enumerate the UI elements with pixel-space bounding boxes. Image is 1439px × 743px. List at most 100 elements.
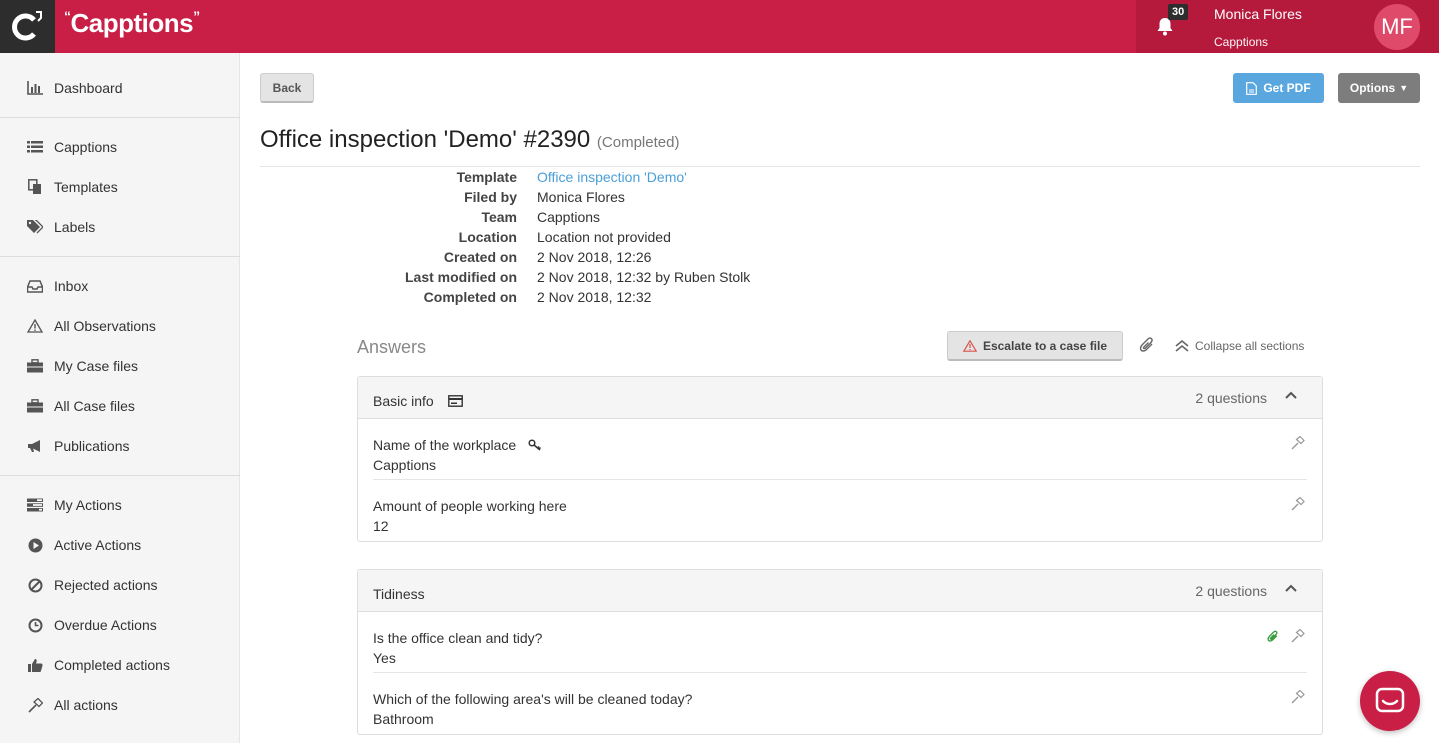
template-link[interactable]: Office inspection 'Demo'	[537, 169, 687, 185]
warning-icon	[962, 339, 977, 352]
chat-widget-button[interactable]	[1360, 671, 1420, 731]
back-button[interactable]: Back	[260, 73, 314, 103]
answer-section-tidiness: Tidiness 2 questions Is the office clean…	[357, 569, 1323, 735]
meta-created-label: Created on	[443, 249, 517, 265]
action-hammer-icon[interactable]	[1291, 628, 1305, 646]
list-icon	[26, 138, 44, 156]
sidebar-item-label: Overdue Actions	[54, 617, 157, 633]
user-team: Capptions	[1214, 35, 1269, 49]
play-circle-icon	[26, 536, 44, 554]
sidebar-item-active-actions[interactable]: Active Actions	[0, 530, 240, 560]
question-answer: 12	[373, 518, 389, 534]
question-label: Which of the following area's will be cl…	[373, 691, 693, 707]
sidebar-item-label: All actions	[54, 697, 118, 713]
action-hammer-icon[interactable]	[1291, 496, 1305, 514]
attachments-button[interactable]	[1139, 337, 1155, 356]
sidebar-item-all-observations[interactable]: All Observations	[0, 311, 240, 341]
title-divider	[260, 166, 1420, 167]
section-header[interactable]: Tidiness 2 questions	[358, 570, 1322, 612]
sidebar-item-capptions[interactable]: Capptions	[0, 132, 240, 162]
sidebar-item-inbox[interactable]: Inbox	[0, 271, 240, 301]
notification-count-badge: 30	[1168, 4, 1189, 20]
bar-chart-icon	[26, 79, 44, 97]
question-answer: Yes	[373, 650, 396, 666]
thumbs-up-icon	[26, 656, 44, 674]
sidebar-item-all-case-files[interactable]: All Case files	[0, 391, 240, 421]
meta-team-value: Capptions	[537, 209, 601, 225]
sidebar-item-label: All Observations	[54, 318, 156, 334]
ban-icon	[26, 576, 44, 594]
sidebar-item-label: Dashboard	[54, 80, 123, 96]
user-name[interactable]: Monica Flores	[1214, 6, 1302, 22]
question-row: Which of the following area's will be cl…	[373, 673, 1307, 734]
sidebar-item-label: My Actions	[54, 497, 122, 513]
chevron-up-icon[interactable]	[1285, 582, 1297, 599]
sidebar-item-publications[interactable]: Publications	[0, 431, 240, 461]
question-row: Name of the workplace Capptions	[373, 419, 1307, 480]
sidebar-item-my-actions[interactable]: My Actions	[0, 490, 240, 520]
meta-location-value: Location not provided	[537, 229, 671, 245]
question-label: Name of the workplace	[373, 437, 542, 453]
action-hammer-icon[interactable]	[1291, 435, 1305, 453]
meta-modified-label: Last modified on	[405, 269, 517, 285]
avatar[interactable]: MF	[1374, 4, 1420, 50]
chat-icon	[1375, 687, 1405, 713]
page-title-text: Office inspection 'Demo' #2390	[260, 126, 591, 153]
section-title: Tidiness	[373, 586, 425, 602]
sidebar-item-label: Templates	[54, 179, 118, 195]
sidebar-item-label: Capptions	[54, 139, 118, 155]
meta-completed-label: Completed on	[423, 289, 517, 305]
paperclip-icon	[1139, 337, 1153, 352]
options-dropdown-button[interactable]: Options ▼	[1338, 73, 1420, 103]
file-pdf-icon	[1246, 81, 1258, 95]
meta-filed-by-label: Filed by	[464, 189, 517, 205]
meta-filed-by-value: Monica Flores	[537, 189, 625, 205]
section-question-count: 2 questions	[1195, 390, 1267, 406]
chevron-up-icon[interactable]	[1285, 389, 1297, 406]
sidebar-item-label: Inbox	[54, 278, 89, 294]
id-card-icon	[447, 395, 463, 407]
escalate-button[interactable]: Escalate to a case file	[947, 331, 1123, 361]
brand-name[interactable]: “Capptions”	[64, 8, 200, 39]
sidebar-item-my-case-files[interactable]: My Case files	[0, 351, 240, 381]
action-hammer-icon[interactable]	[1291, 689, 1305, 707]
sidebar-item-all-actions[interactable]: All actions	[0, 690, 240, 720]
briefcase-icon	[26, 397, 44, 415]
sidebar-item-labels[interactable]: Labels	[0, 212, 240, 242]
copy-icon	[26, 178, 44, 196]
paperclip-icon[interactable]	[1267, 630, 1279, 646]
sidebar-item-rejected-actions[interactable]: Rejected actions	[0, 570, 240, 600]
sidebar-item-overdue-actions[interactable]: Overdue Actions	[0, 610, 240, 640]
get-pdf-button[interactable]: Get PDF	[1233, 73, 1324, 103]
app-logo[interactable]	[0, 0, 55, 53]
sidebar-item-label: Labels	[54, 219, 96, 235]
hammer-icon	[26, 696, 44, 714]
sidebar-divider	[0, 117, 240, 118]
key-icon	[528, 439, 542, 451]
question-label: Amount of people working here	[373, 498, 567, 514]
sidebar-item-label: My Case files	[54, 358, 139, 374]
tasks-icon	[26, 496, 44, 514]
section-header[interactable]: Basic info 2 questions	[358, 377, 1322, 419]
escalate-label: Escalate to a case file	[982, 338, 1108, 353]
bullhorn-icon	[26, 437, 44, 455]
sidebar-item-label: Publications	[54, 438, 130, 454]
sidebar-item-completed-actions[interactable]: Completed actions	[0, 650, 240, 680]
question-answer: Bathroom	[373, 711, 434, 727]
inbox-icon	[26, 277, 44, 295]
collapse-all-sections-button[interactable]: Collapse all sections	[1175, 339, 1304, 353]
sidebar-item-dashboard[interactable]: Dashboard	[0, 73, 240, 103]
sidebar-divider	[0, 475, 240, 476]
tags-icon	[26, 218, 44, 236]
sidebar-item-label: All Case files	[54, 398, 135, 414]
question-row: Is the office clean and tidy? Yes	[373, 612, 1307, 673]
meta-modified-value: 2 Nov 2018, 12:32 by Ruben Stolk	[537, 269, 751, 285]
sidebar-item-templates[interactable]: Templates	[0, 172, 240, 202]
question-answer: Capptions	[373, 457, 437, 473]
sidebar-item-label: Active Actions	[54, 537, 142, 553]
meta-completed-value: 2 Nov 2018, 12:32	[537, 289, 652, 305]
section-title: Basic info	[373, 393, 463, 409]
meta-template-label: Template	[456, 169, 517, 185]
status-badge: (Completed)	[596, 134, 680, 151]
warning-icon	[26, 317, 44, 335]
